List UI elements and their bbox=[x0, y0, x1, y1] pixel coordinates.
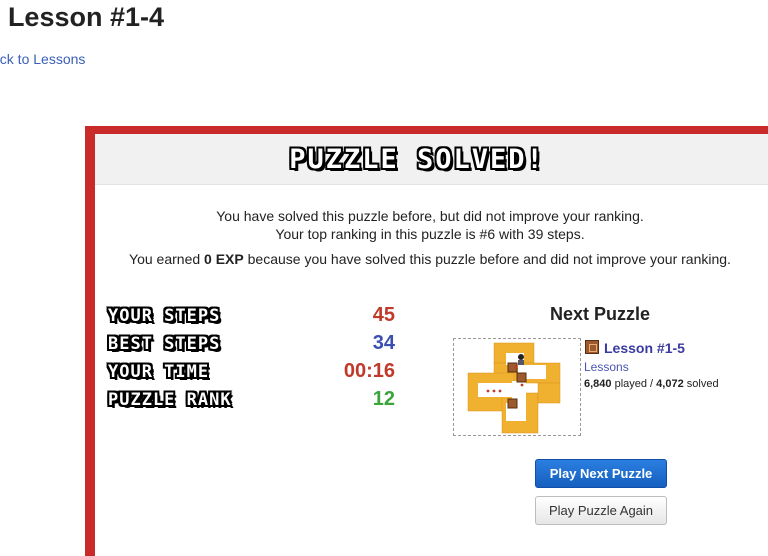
next-puzzle-thumbnail[interactable] bbox=[453, 338, 581, 436]
stat-value: 34 bbox=[315, 332, 395, 355]
exp-message: You earned 0 EXP because you have solved… bbox=[95, 251, 765, 267]
next-puzzle-collection-link[interactable]: Lessons bbox=[584, 360, 629, 374]
puzzle-solved-modal: PUZZLE SOLVED! You have solved this puzz… bbox=[85, 126, 768, 556]
page-title: ' Lesson #1-4 bbox=[0, 2, 164, 33]
solved-before-message: You have solved this puzzle before, but … bbox=[95, 208, 765, 224]
stat-value: 45 bbox=[315, 304, 395, 327]
stat-value: 00:16 bbox=[315, 360, 395, 383]
modal-body: PUZZLE SOLVED! You have solved this puzz… bbox=[95, 134, 768, 556]
puzzle-solved-banner: PUZZLE SOLVED! bbox=[289, 144, 545, 175]
exp-value: 0 EXP bbox=[204, 251, 244, 267]
next-puzzle-heading: Next Puzzle bbox=[540, 304, 660, 325]
solved-label: solved bbox=[684, 378, 719, 390]
played-count: 6,840 bbox=[584, 378, 612, 390]
page-title-text: Lesson #1-4 bbox=[8, 2, 164, 32]
exp-prefix: You earned bbox=[129, 251, 204, 267]
next-puzzle-play-stats: 6,840 played / 4,072 solved bbox=[584, 378, 719, 390]
stat-row-best-steps: BEST STEPS 34 bbox=[105, 332, 395, 360]
back-to-lessons-link[interactable]: ack to Lessons bbox=[0, 51, 85, 67]
puzzle-box-icon bbox=[585, 340, 599, 354]
play-next-puzzle-button[interactable]: Play Next Puzzle bbox=[535, 459, 667, 488]
puzzle-map-preview bbox=[454, 339, 580, 435]
next-puzzle-link[interactable]: Lesson #1-5 bbox=[604, 340, 685, 356]
stat-row-puzzle-rank: PUZZLE RANK 12 bbox=[105, 388, 395, 416]
played-label: played / bbox=[612, 378, 657, 390]
stat-value: 12 bbox=[315, 388, 395, 411]
stats-panel: YOUR STEPS 45 BEST STEPS 34 YOUR TIME 00… bbox=[105, 304, 395, 416]
solved-count: 4,072 bbox=[656, 378, 684, 390]
stat-label: YOUR TIME bbox=[108, 362, 209, 382]
stat-label: BEST STEPS bbox=[108, 334, 220, 354]
stat-row-your-steps: YOUR STEPS 45 bbox=[105, 304, 395, 332]
stat-label: PUZZLE RANK bbox=[108, 390, 232, 410]
modal-header: PUZZLE SOLVED! bbox=[95, 134, 768, 185]
stat-row-your-time: YOUR TIME 00:16 bbox=[105, 360, 395, 388]
top-ranking-message: Your top ranking in this puzzle is #6 wi… bbox=[95, 226, 765, 242]
exp-suffix: because you have solved this puzzle befo… bbox=[244, 251, 731, 267]
play-puzzle-again-button[interactable]: Play Puzzle Again bbox=[535, 496, 667, 525]
stat-label: YOUR STEPS bbox=[108, 306, 220, 326]
